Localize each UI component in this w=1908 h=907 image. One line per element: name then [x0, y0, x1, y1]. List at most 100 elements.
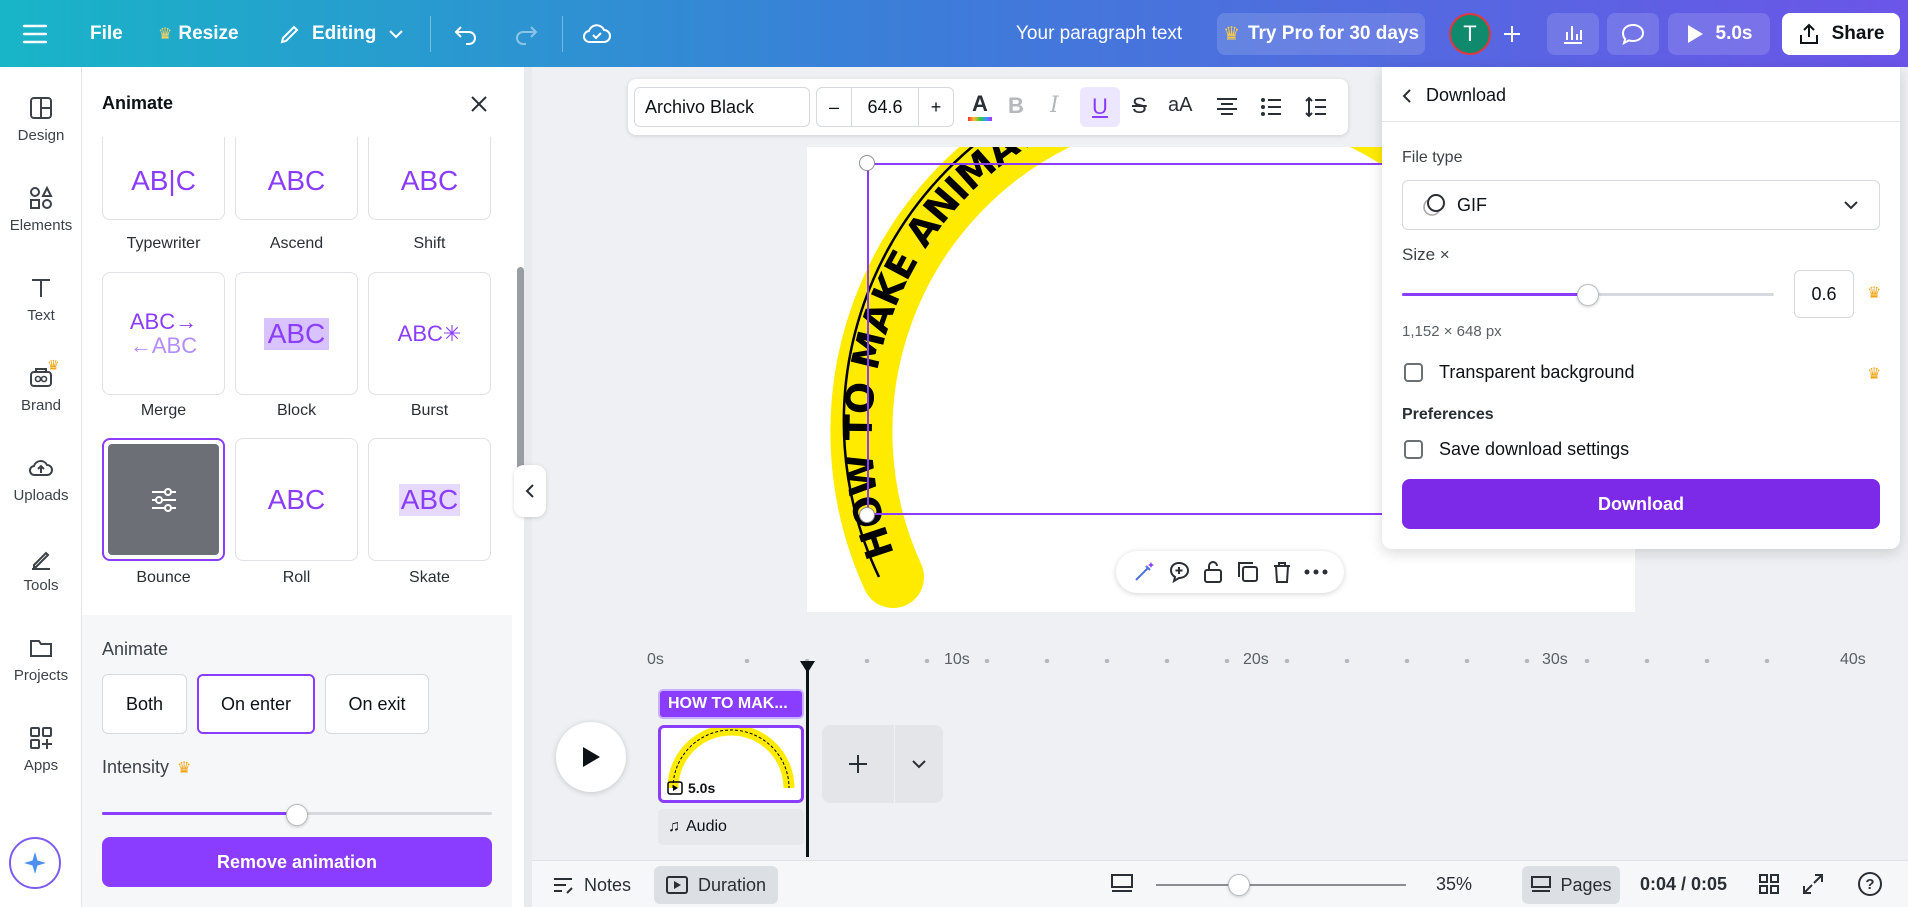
pages-button[interactable]: Pages [1522, 866, 1620, 904]
magic-edit-icon[interactable] [1132, 560, 1156, 584]
page-thumbnail-clip[interactable]: 5.0s [658, 725, 804, 803]
grid-view-button[interactable] [1758, 873, 1780, 900]
text-color-button[interactable]: A [964, 91, 996, 123]
increase-size-button[interactable]: + [919, 97, 953, 118]
size-input[interactable]: 0.6 [1794, 270, 1854, 318]
close-panel-button[interactable] [464, 89, 494, 119]
save-settings-checkbox[interactable] [1404, 440, 1423, 459]
transparent-background-option[interactable]: Transparent background [1404, 362, 1634, 383]
file-menu[interactable]: File [90, 0, 123, 67]
rail-label: Apps [23, 757, 59, 774]
page-view-button[interactable] [1110, 873, 1134, 900]
add-page-options-button[interactable] [895, 725, 943, 803]
playhead[interactable] [800, 661, 815, 857]
case-button[interactable]: aA [1168, 94, 1192, 117]
insights-button[interactable] [1547, 13, 1599, 55]
underline-button[interactable]: U [1080, 87, 1120, 127]
zoom-value[interactable]: 35% [1436, 874, 1472, 895]
rail-item-projects[interactable]: Projects [0, 635, 82, 715]
file-type-select[interactable]: GIF [1402, 180, 1880, 230]
rail-item-text[interactable]: Text [0, 275, 82, 355]
help-button[interactable]: ? [1858, 872, 1882, 896]
chevron-down-icon [1844, 201, 1858, 210]
magic-assistant-button[interactable] [9, 837, 61, 889]
add-collaborator-button[interactable] [1501, 0, 1523, 67]
mode-both[interactable]: Both [102, 674, 187, 734]
animation-tile-ascend[interactable]: ABC [235, 137, 358, 220]
transparent-background-checkbox[interactable] [1404, 363, 1423, 382]
rail-item-tools[interactable]: Tools [0, 545, 82, 625]
tile-label: Burst [410, 402, 449, 419]
animation-tile-bounce[interactable] [102, 438, 225, 561]
font-selector[interactable]: Archivo Black [634, 87, 810, 127]
slider-thumb[interactable] [1228, 874, 1250, 896]
text-track-clip[interactable]: HOW TO MAK... [658, 689, 804, 719]
save-status-button[interactable] [582, 0, 612, 67]
back-button[interactable]: Download [1402, 85, 1506, 106]
save-settings-option[interactable]: Save download settings [1404, 439, 1629, 460]
animation-tile-typewriter[interactable]: AB|C [102, 137, 225, 220]
editing-dropdown[interactable]: Editing [278, 0, 404, 67]
strikethrough-button[interactable]: S [1132, 93, 1147, 119]
audio-track[interactable]: ♫ Audio [658, 809, 804, 845]
timeline-play-button[interactable] [556, 722, 626, 792]
shift-preview: ABC [400, 164, 459, 196]
delete-icon[interactable] [1271, 560, 1293, 584]
panel-scrollbar[interactable] [517, 127, 524, 907]
slider-thumb[interactable] [286, 804, 308, 826]
animation-tile-burst[interactable]: ABC✳ [368, 272, 491, 395]
avatar[interactable]: T [1449, 13, 1491, 55]
animation-tile-skate[interactable]: ABC [368, 438, 491, 561]
more-icon[interactable] [1304, 568, 1328, 576]
animation-tile-shift[interactable]: ABC [368, 137, 491, 220]
comments-button[interactable] [1607, 13, 1659, 55]
duplicate-icon[interactable] [1236, 560, 1260, 584]
try-pro-button[interactable]: ♛ Try Pro for 30 days [1217, 13, 1425, 55]
share-label: Share [1831, 23, 1885, 44]
remove-animation-button[interactable]: Remove animation [102, 837, 492, 887]
resize-handle[interactable] [859, 155, 875, 171]
collapse-panel-button[interactable] [514, 465, 546, 517]
align-button[interactable] [1216, 97, 1238, 122]
rail-item-brand[interactable]: ♛ Brand [0, 357, 82, 445]
rail-item-uploads[interactable]: Uploads [0, 455, 82, 535]
rail-item-elements[interactable]: Elements [0, 185, 82, 265]
italic-button[interactable]: I [1050, 93, 1059, 118]
animation-tile-roll[interactable]: ABC [235, 438, 358, 561]
duration-button[interactable]: Duration [654, 866, 778, 904]
animation-tile-block[interactable]: ABC [235, 272, 358, 395]
slider-thumb[interactable] [1577, 284, 1599, 306]
fullscreen-button[interactable] [1802, 873, 1824, 900]
rail-item-apps[interactable]: Apps [0, 725, 82, 805]
list-button[interactable] [1260, 97, 1282, 122]
play-button[interactable]: 5.0s [1668, 13, 1770, 55]
resize-handle[interactable] [859, 507, 875, 523]
document-title[interactable]: Your paragraph text [1016, 0, 1182, 67]
mode-on-enter[interactable]: On enter [197, 674, 315, 734]
rail-item-design[interactable]: Design [0, 95, 82, 175]
add-page-button[interactable] [822, 725, 894, 803]
size-slider[interactable] [1402, 283, 1774, 307]
menu-button[interactable] [22, 0, 48, 67]
redo-button[interactable] [512, 0, 540, 67]
tick-label: 0s [647, 651, 664, 668]
resize-button[interactable]: ♛ Resize [158, 0, 239, 67]
add-comment-icon[interactable] [1167, 560, 1191, 584]
bold-button[interactable]: B [1008, 93, 1024, 119]
zoom-slider[interactable] [1156, 873, 1406, 897]
share-button[interactable]: Share [1782, 13, 1900, 55]
notes-button[interactable]: Notes [552, 869, 631, 901]
download-panel: Download File type GIF Size × 0.6 ♛ 1,15… [1382, 67, 1900, 549]
mode-on-exit[interactable]: On exit [325, 674, 429, 734]
decrease-size-button[interactable]: – [817, 97, 851, 118]
download-button[interactable]: Download [1402, 479, 1880, 529]
tile-label: Skate [409, 569, 450, 586]
intensity-slider[interactable] [102, 804, 492, 826]
spacing-button[interactable] [1304, 95, 1328, 124]
font-size-value[interactable]: 64.6 [851, 88, 919, 126]
plus-icon [1504, 25, 1520, 42]
lock-icon[interactable] [1202, 560, 1224, 584]
animation-tile-merge[interactable]: ABC→ ←ABC [102, 272, 225, 395]
undo-button[interactable] [452, 0, 480, 67]
projects-icon [30, 640, 52, 657]
